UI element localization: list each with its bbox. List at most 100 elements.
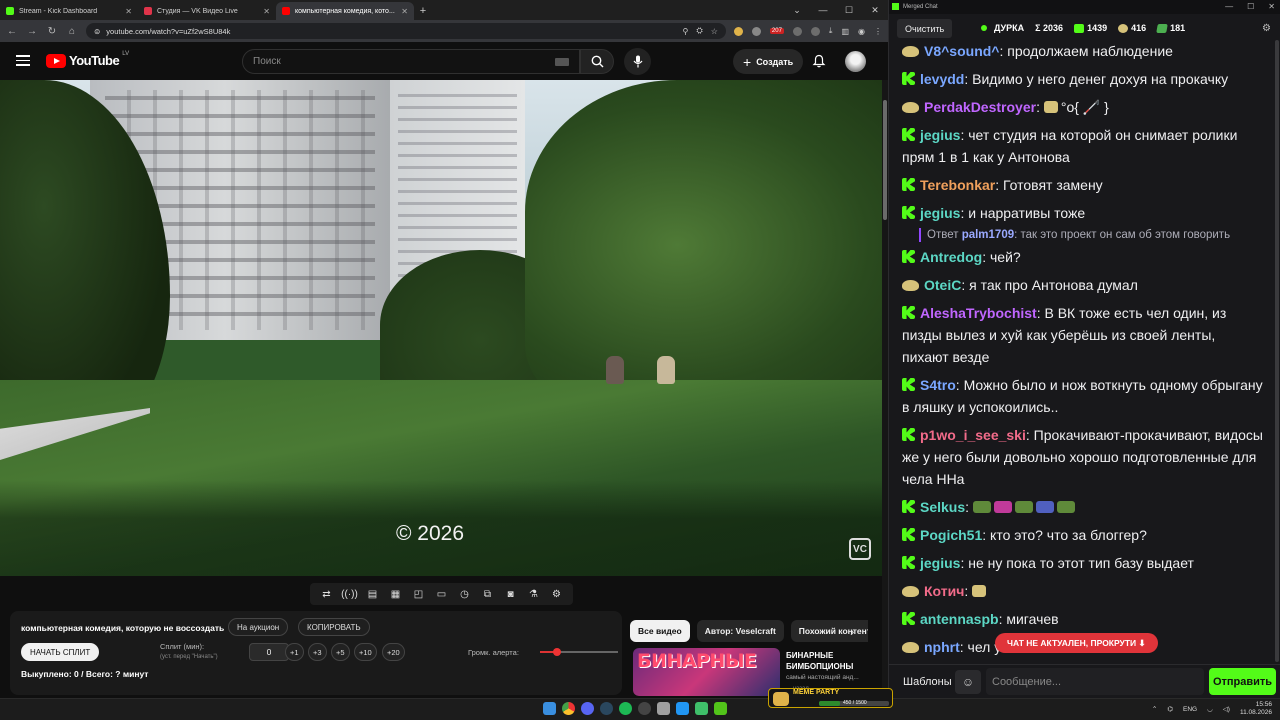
tab-close-icon[interactable]: ✕ [263,7,270,16]
chat-username[interactable]: jegius [920,127,960,143]
new-tab-button[interactable]: + [414,2,432,20]
camera-icon[interactable]: ◙ [504,588,517,601]
forward-icon[interactable]: → [26,26,38,37]
home-icon[interactable]: ⌂ [66,26,78,37]
site-info-icon[interactable]: ⊜ [94,27,100,36]
audio-wave-icon[interactable]: ((·)) [341,588,358,601]
tab-search-icon[interactable]: ⌄ [784,5,810,16]
url-field[interactable]: ⊜ youtube.com/watch?v=uZf2wS8U84k ⚲ ⛭ ☆ [86,23,726,39]
tray-chevron-icon[interactable]: ⌃ [1152,705,1157,713]
language-indicator[interactable]: ENG [1183,706,1197,713]
reply-username[interactable]: palm1709 [962,229,1014,241]
app-icon[interactable] [714,702,727,715]
tab-vk-studio[interactable]: Студия — VK Видео Live ✕ [138,2,276,20]
chat-scrollbar[interactable] [1275,40,1280,662]
picture-in-picture-icon[interactable]: ⧉ [481,588,494,601]
steam-icon[interactable] [600,702,613,715]
chat-settings-gear-icon[interactable]: ⚙ [1262,23,1271,34]
clock[interactable]: 15:56 11.08.2026 [1240,701,1272,717]
alert-volume-slider[interactable] [540,648,618,656]
clapper-icon[interactable]: ▦ [389,588,402,601]
voice-search-button[interactable] [624,48,651,75]
minimize-icon[interactable]: — [1225,2,1233,11]
increment-button[interactable]: +10 [354,643,377,661]
chat-username[interactable]: nphrt [924,639,960,655]
templates-button[interactable]: Шаблоны [897,670,958,694]
account-avatar[interactable] [845,51,866,72]
film-strip-icon[interactable]: ▭ [435,588,448,601]
extension-icon[interactable] [792,26,802,36]
app-icon[interactable] [657,702,670,715]
minimize-icon[interactable]: — [810,5,836,15]
chat-username[interactable]: levydd [920,71,964,87]
slider-knob[interactable] [553,648,562,656]
chat-username[interactable]: OteiC [924,277,961,293]
chip-similar[interactable]: Похожий контент [790,620,868,642]
chat-username[interactable]: antennaspb [920,611,999,627]
screenshot-settings-icon[interactable]: ▤ [366,588,379,601]
message-input[interactable]: Сообщение... [986,668,1204,695]
chat-username[interactable]: V8^sound^ [924,43,999,59]
video-thumbnail[interactable]: БИНАРНЫЕ [633,648,780,696]
search-input[interactable]: Поиск [242,49,580,74]
flask-icon[interactable]: ⚗ [527,588,540,601]
chat-paused-notice[interactable]: ЧАТ НЕ АКТУАЛЕН, ПРОКРУТИ ⬇ [995,633,1158,653]
start-menu-icon[interactable] [543,702,556,715]
extension-icon[interactable] [751,26,761,36]
maximize-icon[interactable]: ☐ [1247,2,1254,11]
tab-youtube-video[interactable]: компьютерная комедия, кото... ✕ [276,2,414,20]
chat-username[interactable]: Antredog [920,249,982,265]
back-icon[interactable]: ← [6,26,18,37]
volume-icon[interactable]: ◁) [1223,705,1230,713]
send-button[interactable]: Отправить [1209,668,1276,695]
youtube-logo[interactable]: YouTube LV [46,51,129,68]
spotify-icon[interactable] [619,702,632,715]
chip-author[interactable]: Автор: Veselcraft [696,620,784,642]
chat-username[interactable]: Selkus [920,499,965,515]
increment-button[interactable]: +20 [382,643,405,661]
start-split-button[interactable]: НАЧАТЬ СПЛИТ [21,643,100,661]
increment-button[interactable]: +5 [331,643,350,661]
scrollbar-thumb[interactable] [1275,40,1279,662]
translate-icon[interactable]: ⛭ [696,26,702,36]
discord-icon[interactable] [581,702,594,715]
clear-chat-button[interactable]: Очистить [897,19,953,38]
extension-icon[interactable] [733,26,743,36]
chat-message-list[interactable]: V8^sound^: продолжаем наблюдение levydd: … [889,40,1275,662]
obs-icon[interactable] [638,702,651,715]
close-window-icon[interactable]: ✕ [1268,2,1275,11]
chat-username[interactable]: PerdakDestroyer [924,99,1036,115]
chat-username[interactable]: S4tro [920,377,956,393]
menu-hamburger-icon[interactable] [16,55,30,66]
chat-username[interactable]: jegius [920,555,960,571]
extensions-puzzle-icon[interactable] [810,26,820,36]
app-icon[interactable] [695,702,708,715]
extension-badge[interactable]: 207 [769,28,784,34]
search-button[interactable] [580,49,614,74]
chat-username[interactable]: Pogich51 [920,527,982,543]
tab-close-icon[interactable]: ✕ [401,7,408,16]
close-window-icon[interactable]: ✕ [862,5,888,16]
speed-gauge-icon[interactable]: ◷ [458,588,471,601]
emoji-picker-icon[interactable]: ☺ [955,670,981,694]
tab-close-icon[interactable]: ✕ [125,7,132,16]
chat-username[interactable]: AleshaTrybochist [920,305,1037,321]
split-minutes-input[interactable]: 0 [249,643,289,661]
notifications-bell-icon[interactable] [812,54,826,68]
to-auction-button[interactable]: На аукцион [228,618,289,636]
profile-icon[interactable]: ◉ [858,27,865,36]
wifi-icon[interactable]: ◡ [1207,705,1213,713]
scrollbar-thumb[interactable] [883,100,887,220]
tab-kick-dashboard[interactable]: Stream - Kick Dashboard ✕ [0,2,138,20]
bookmark-star-icon[interactable]: ☆ [711,27,718,36]
crop-icon[interactable]: ◰ [412,588,425,601]
copy-button[interactable]: КОПИРОВАТЬ [298,618,370,636]
split-view-icon[interactable]: ▥ [841,27,849,36]
chevron-right-icon[interactable]: › [850,624,854,639]
meme-party-widget[interactable]: MEME PARTY 450 / 1500 [768,688,893,708]
menu-dots-icon[interactable]: ⋮ [874,27,882,36]
increment-button[interactable]: +3 [308,643,327,661]
reply-context[interactable]: Ответ palm1709: так это проект он сам об… [919,228,1230,242]
app-icon[interactable] [676,702,689,715]
network-icon[interactable]: ⌬ [1167,705,1173,713]
